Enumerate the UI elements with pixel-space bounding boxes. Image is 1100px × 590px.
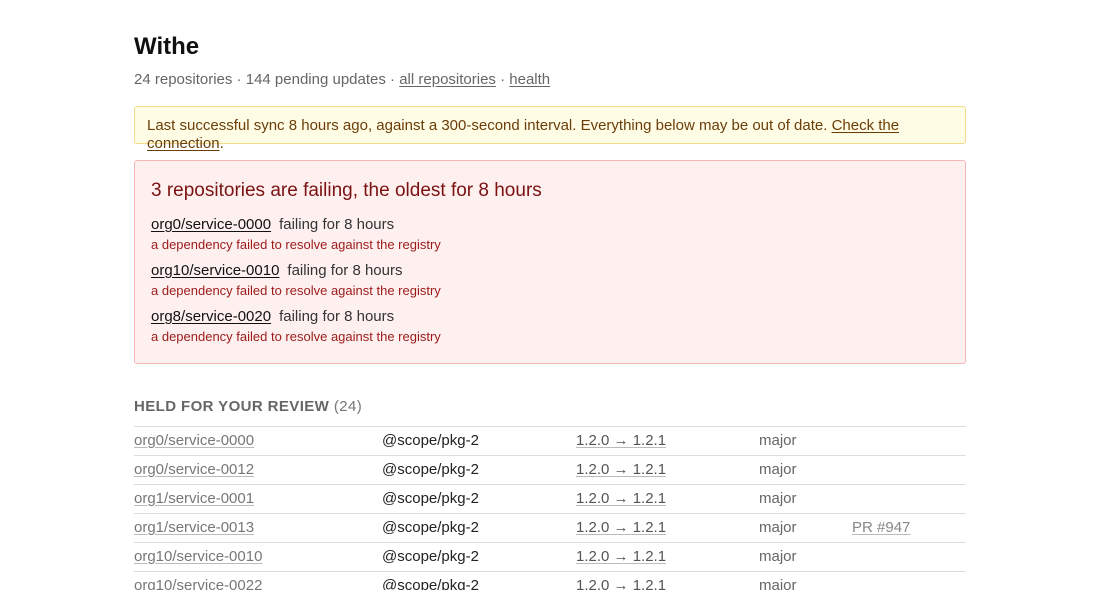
failing-duration: failing for 8 hours [287,262,403,279]
row-repo-link[interactable]: org0/service-0012 [134,456,254,484]
separator: · [495,71,510,88]
review-table: org0/service-0000 @scope/pkg-2 1.2.0 → 1… [134,426,966,590]
failing-panel-title: 3 repositories are failing, the oldest f… [151,180,542,201]
row-severity: major [759,519,797,536]
failing-list: org0/service-0000 failing for 8 hours a d… [151,216,949,354]
failing-duration: failing for 8 hours [279,216,395,233]
failing-item-header: org0/service-0000 failing for 8 hours [151,216,949,234]
table-row: org0/service-0012 @scope/pkg-2 1.2.0 → 1… [134,456,966,485]
row-severity: major [759,490,797,507]
row-package: @scope/pkg-2 [382,577,479,590]
review-heading-label: HELD FOR YOUR REVIEW [134,398,330,415]
row-version-change[interactable]: 1.2.0 → 1.2.1 [576,543,666,571]
failing-reason: a dependency failed to resolve against t… [151,283,441,298]
repo-count: 24 repositories [134,71,233,88]
summary-line: 24 repositories · 144 pending updates · … [134,71,966,89]
row-severity: major [759,461,797,478]
failing-duration: failing for 8 hours [279,308,395,325]
row-severity: major [759,432,797,449]
page: Withe 24 repositories · 144 pending upda… [134,0,966,590]
failing-reason: a dependency failed to resolve against t… [151,329,441,344]
failing-repo-link[interactable]: org8/service-0020 [151,308,271,325]
failing-reason: a dependency failed to resolve against t… [151,237,441,252]
review-count: (24) [333,398,363,415]
failing-item: org0/service-0000 failing for 8 hours a d… [151,216,949,262]
row-repo-link[interactable]: org1/service-0013 [134,514,254,542]
sync-warning-message: Last successful sync 8 hours ago, agains… [147,117,832,134]
review-section-heading: HELD FOR YOUR REVIEW (24) [134,398,966,416]
failing-item: org10/service-0010 failing for 8 hours a … [151,262,949,308]
sync-warning-banner: Last successful sync 8 hours ago, agains… [134,106,966,152]
table-row: org10/service-0022 @scope/pkg-2 1.2.0 → … [134,572,966,590]
row-version-change[interactable]: 1.2.0 → 1.2.1 [576,572,666,590]
row-package: @scope/pkg-2 [382,519,479,536]
failing-item: org8/service-0020 failing for 8 hours a d… [151,308,949,354]
failing-item-header: org10/service-0010 failing for 8 hours [151,262,949,280]
row-repo-link[interactable]: org0/service-0000 [134,427,254,455]
row-package: @scope/pkg-2 [382,490,479,507]
row-repo-link[interactable]: org1/service-0001 [134,485,254,513]
failing-item-header: org8/service-0020 failing for 8 hours [151,308,949,326]
row-package: @scope/pkg-2 [382,548,479,565]
row-severity: major [759,548,797,565]
failing-repo-link[interactable]: org10/service-0010 [151,262,279,279]
table-row: org0/service-0000 @scope/pkg-2 1.2.0 → 1… [134,427,966,456]
row-version-change[interactable]: 1.2.0 → 1.2.1 [576,485,666,513]
row-pr-link[interactable]: PR #947 [852,514,910,542]
separator: · [232,71,246,88]
all-repositories-link[interactable]: all repositories [399,71,496,88]
pending-count: 144 pending updates [245,71,386,88]
row-repo-link[interactable]: org10/service-0010 [134,543,262,571]
row-version-change[interactable]: 1.2.0 → 1.2.1 [576,456,666,484]
app-title: Withe [134,33,200,60]
row-package: @scope/pkg-2 [382,432,479,449]
table-row: org10/service-0010 @scope/pkg-2 1.2.0 → … [134,543,966,572]
failing-repo-link[interactable]: org0/service-0000 [151,216,271,233]
table-row: org1/service-0001 @scope/pkg-2 1.2.0 → 1… [134,485,966,514]
row-severity: major [759,577,797,590]
health-link[interactable]: health [509,71,550,88]
sync-warning-suffix: . [219,135,224,152]
row-version-change[interactable]: 1.2.0 → 1.2.1 [576,514,666,542]
row-package: @scope/pkg-2 [382,461,479,478]
failing-repositories-panel: 3 repositories are failing, the oldest f… [134,160,966,364]
row-repo-link[interactable]: org10/service-0022 [134,572,262,590]
row-version-change[interactable]: 1.2.0 → 1.2.1 [576,427,666,455]
separator: · [385,71,400,88]
table-row: org1/service-0013 @scope/pkg-2 1.2.0 → 1… [134,514,966,543]
